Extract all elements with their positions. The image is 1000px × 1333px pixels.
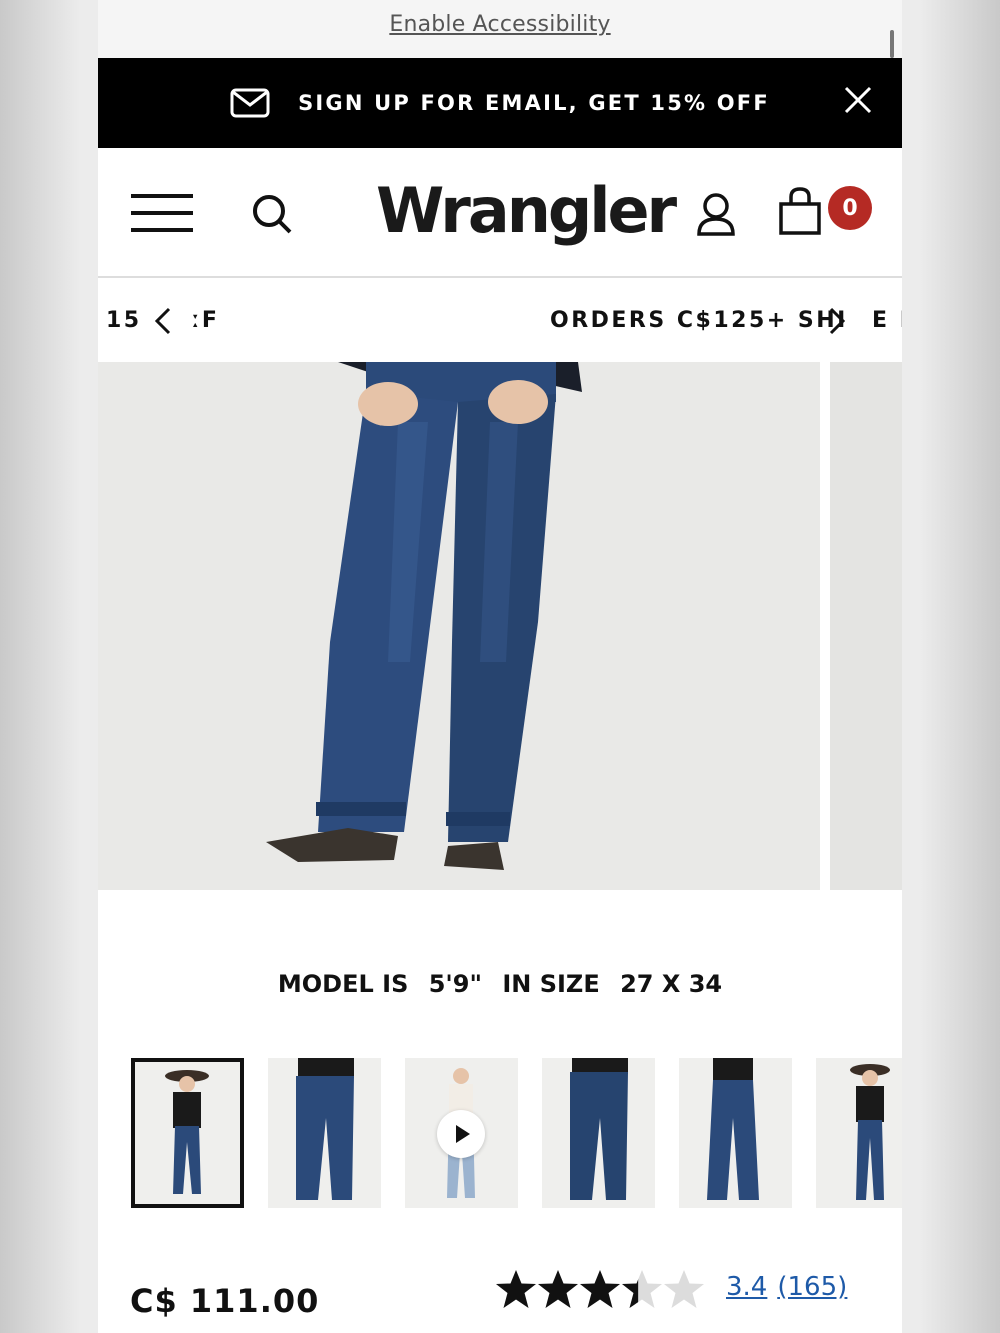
promo-text: SIGN UP FOR EMAIL, GET 15% OFF — [298, 91, 770, 115]
site-header: Wrangler 0 — [98, 148, 902, 278]
review-count[interactable]: (165) — [777, 1272, 847, 1302]
ticker-segment-left2: ːF — [192, 308, 220, 333]
play-icon[interactable] — [437, 1110, 485, 1158]
thumbnail-2[interactable] — [268, 1058, 381, 1208]
rating-reviews-link[interactable]: 3.4 (165) — [726, 1272, 847, 1302]
rating-value[interactable]: 3.4 — [726, 1272, 767, 1302]
wrangler-logo[interactable]: Wrangler — [376, 174, 677, 247]
ticker-segment-left: 15 — [106, 308, 142, 333]
menu-icon[interactable] — [131, 194, 193, 232]
size-label: IN SIZE — [502, 970, 600, 998]
thumbnail-5[interactable] — [679, 1058, 792, 1208]
product-price: C$ 111.00 — [130, 1282, 320, 1320]
close-icon[interactable] — [842, 84, 874, 116]
page: Enable Accessibility SIGN UP FOR EMAIL, … — [98, 0, 902, 1333]
thumbnail-4[interactable] — [542, 1058, 655, 1208]
cart-count-badge: 0 — [828, 186, 872, 230]
account-icon[interactable] — [696, 192, 736, 238]
product-main-image[interactable] — [98, 362, 820, 890]
thumbnail-1[interactable] — [131, 1058, 244, 1208]
model-height: 5'9" — [428, 970, 482, 998]
email-promo-banner[interactable]: SIGN UP FOR EMAIL, GET 15% OFF — [98, 58, 902, 148]
thumbnail-3-video[interactable] — [405, 1058, 518, 1208]
scrollbar-thumb[interactable] — [890, 30, 894, 58]
search-icon[interactable] — [250, 192, 296, 238]
model-size: 27 X 34 — [620, 970, 723, 998]
product-next-image-peek[interactable] — [830, 362, 902, 890]
product-image-carousel[interactable] — [98, 362, 902, 890]
jeans-illustration — [266, 362, 582, 870]
chevron-left-icon[interactable] — [152, 306, 174, 336]
enable-accessibility-link[interactable]: Enable Accessibility — [389, 12, 610, 37]
mail-icon — [230, 88, 270, 118]
thumbnail-strip — [131, 1058, 902, 1208]
ticker-segment-right: E E — [872, 308, 902, 333]
ticker-segment-main: ORDERS C$125+ SHI — [550, 308, 848, 333]
accessibility-bar: Enable Accessibility — [98, 0, 902, 58]
model-label: MODEL IS — [277, 970, 409, 998]
promo-ticker: 15 ːF ORDERS C$125+ SHI E E — [98, 278, 902, 362]
cart-icon[interactable] — [778, 186, 822, 236]
star-rating — [496, 1270, 704, 1308]
model-info: MODEL IS 5'9" IN SIZE 27 X 34 — [98, 970, 902, 998]
chevron-right-icon[interactable] — [826, 306, 848, 336]
thumbnail-6[interactable] — [816, 1058, 902, 1208]
